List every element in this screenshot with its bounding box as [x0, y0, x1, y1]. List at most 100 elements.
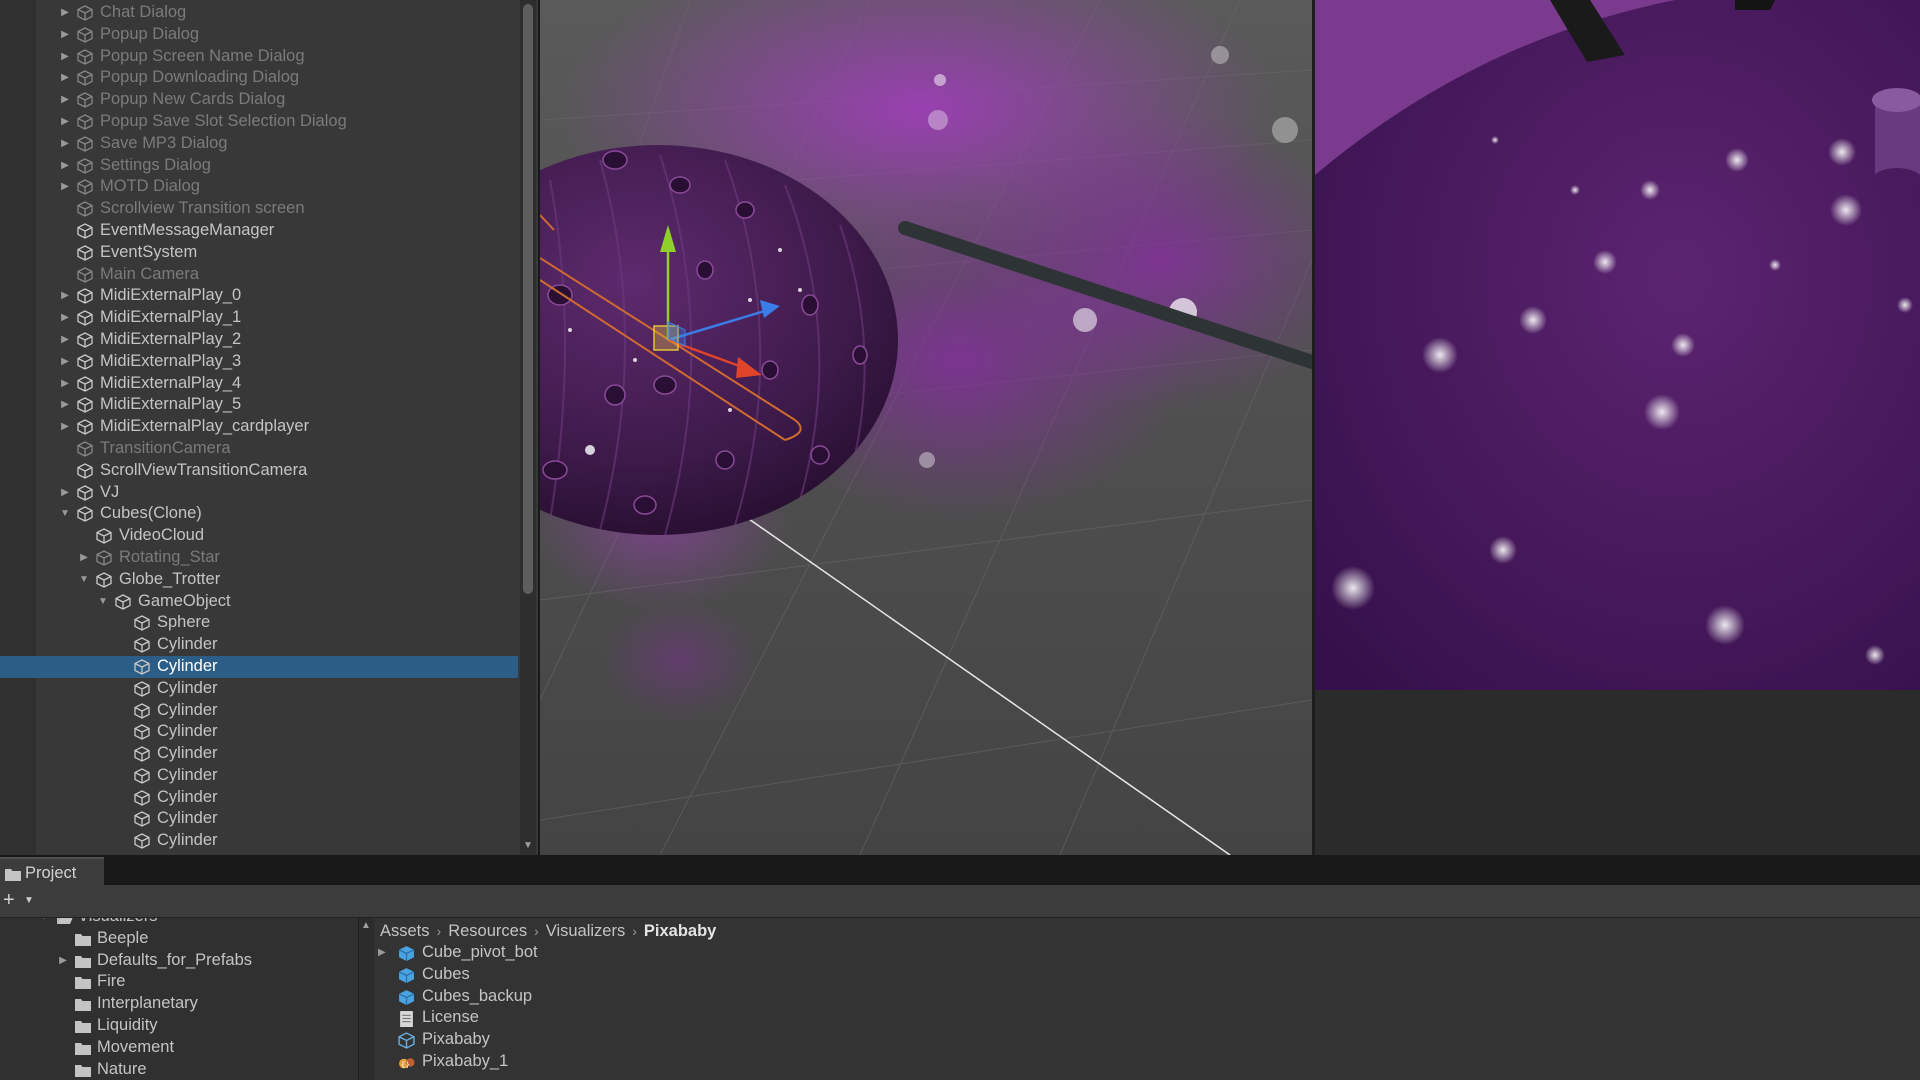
collapse-arrow-icon[interactable]: ▶ [57, 950, 69, 972]
hierarchy-item[interactable]: Scrollview Transition screen [0, 198, 518, 220]
collapse-arrow-icon[interactable]: ▶ [58, 24, 72, 46]
hierarchy-item[interactable]: ScrollViewTransitionCamera [0, 460, 518, 482]
game-view[interactable] [1315, 0, 1920, 855]
breadcrumb-separator-icon: › [436, 923, 442, 939]
hierarchy-item-label: Globe_Trotter [119, 569, 221, 588]
hierarchy-item[interactable]: ▶ Save MP3 Dialog [0, 133, 518, 155]
hierarchy-item[interactable]: ▶ MidiExternalPlay_4 [0, 373, 518, 395]
collapse-arrow-icon[interactable]: ▶ [378, 942, 386, 964]
hierarchy-item[interactable]: ▼ GameObject [0, 591, 518, 613]
hierarchy-item[interactable]: ▼ Cubes(Clone) [0, 503, 518, 525]
collapse-arrow-icon[interactable]: ▶ [58, 111, 72, 133]
asset-item-label: License [422, 1008, 479, 1027]
add-asset-button[interactable]: + ▼ [3, 889, 39, 911]
hierarchy-item[interactable]: ▶ MidiExternalPlay_cardplayer [0, 416, 518, 438]
breadcrumb-item[interactable]: Resources [448, 922, 527, 940]
hierarchy-item[interactable]: ▶ Popup Downloading Dialog [0, 67, 518, 89]
collapse-arrow-icon[interactable]: ▶ [58, 373, 72, 395]
hierarchy-scrollbar[interactable]: ▼ [520, 0, 536, 855]
hierarchy-item-label: Popup Save Slot Selection Dialog [100, 111, 347, 130]
gameobject-cube-icon [77, 179, 93, 196]
collapse-arrow-icon[interactable]: ▶ [58, 155, 72, 177]
collapse-arrow-icon[interactable]: ▶ [58, 285, 72, 307]
breadcrumb-item[interactable]: Visualizers [546, 922, 625, 940]
chevron-down-icon: ▼ [24, 895, 34, 906]
hierarchy-item[interactable]: ▶ MidiExternalPlay_3 [0, 351, 518, 373]
project-tab-bar: Project [0, 855, 1920, 887]
hierarchy-item[interactable]: Cylinder [0, 634, 518, 656]
breadcrumb-item[interactable]: Pixababy [644, 922, 716, 940]
collapse-arrow-icon[interactable]: ▶ [58, 329, 72, 351]
hierarchy-scroll-thumb[interactable] [523, 4, 533, 594]
scroll-down-arrow-icon[interactable]: ▼ [520, 840, 536, 851]
hierarchy-item[interactable]: ▶ MidiExternalPlay_1 [0, 307, 518, 329]
asset-item[interactable]: Cubes [374, 964, 1374, 986]
gameobject-cube-icon [77, 201, 93, 217]
collapse-arrow-icon[interactable]: ▶ [58, 133, 72, 155]
hierarchy-item[interactable]: Cylinder [0, 700, 518, 722]
expand-arrow-icon[interactable]: ▼ [58, 503, 72, 525]
hierarchy-item[interactable]: ▶ Chat Dialog [0, 2, 518, 24]
hierarchy-item[interactable]: ▶ Popup Dialog [0, 24, 518, 46]
asset-item[interactable]: Cubes_backup [374, 986, 1374, 1008]
hierarchy-item[interactable]: ▶ Popup Save Slot Selection Dialog [0, 111, 518, 133]
hierarchy-item[interactable]: Cylinder [0, 743, 518, 765]
expand-arrow-icon[interactable]: ▼ [38, 918, 50, 928]
collapse-arrow-icon[interactable]: ▶ [58, 351, 72, 373]
expand-arrow-icon[interactable]: ▼ [96, 591, 110, 613]
hierarchy-item[interactable]: EventMessageManager [0, 220, 518, 242]
hierarchy-item[interactable]: Main Camera [0, 264, 518, 286]
collapse-arrow-icon[interactable]: ▶ [58, 176, 72, 198]
folder-item-label: Visualizers [78, 918, 157, 928]
hierarchy-item[interactable]: EventSystem [0, 242, 518, 264]
hierarchy-item[interactable]: Cylinder [0, 808, 518, 830]
folder-tree-scrollbar[interactable]: ▲ [358, 918, 375, 1080]
game-render[interactable] [1315, 0, 1920, 855]
asset-item-label: Cube_pivot_bot [422, 943, 538, 961]
hierarchy-item[interactable]: ▶ Rotating_Star [0, 547, 518, 569]
hierarchy-item-label: Cylinder [157, 809, 218, 828]
collapse-arrow-icon[interactable]: ▶ [58, 89, 72, 111]
collapse-arrow-icon[interactable]: ▶ [58, 46, 72, 68]
collapse-arrow-icon[interactable]: ▶ [58, 394, 72, 416]
hierarchy-item[interactable]: ▶ MidiExternalPlay_2 [0, 329, 518, 351]
tab-project[interactable]: Project [0, 857, 104, 887]
hierarchy-item[interactable]: ▶ MidiExternalPlay_0 [0, 285, 518, 307]
hierarchy-item[interactable]: Cylinder [0, 830, 518, 852]
hierarchy-item[interactable]: ▶ MOTD Dialog [0, 176, 518, 198]
asset-item[interactable]: Pixababy [374, 1029, 1374, 1051]
hierarchy-item[interactable]: ▶ MidiExternalPlay_5 [0, 394, 518, 416]
hierarchy-item[interactable]: Cylinder [0, 765, 518, 787]
collapse-arrow-icon[interactable]: ▶ [77, 547, 91, 569]
hierarchy-item[interactable]: ▶ VJ [0, 482, 518, 504]
breadcrumb-separator-icon: › [632, 923, 637, 939]
hierarchy-item[interactable]: VideoCloud [0, 525, 518, 547]
collapse-arrow-icon[interactable]: ▶ [58, 482, 72, 504]
hierarchy-item[interactable]: Cylinder [0, 787, 518, 809]
folder-item-label: Interplanetary [97, 994, 198, 1013]
folder-item-label: Fire [97, 972, 126, 991]
hierarchy-item[interactable]: ▶ Settings Dialog [0, 155, 518, 177]
hierarchy-item[interactable]: Cylinder [0, 678, 518, 700]
hierarchy-item[interactable]: ▶ Popup Screen Name Dialog [0, 46, 518, 68]
expand-arrow-icon[interactable]: ▼ [77, 569, 91, 591]
hierarchy-item-label: EventMessageManager [100, 220, 275, 239]
gameobject-cube-icon [77, 223, 93, 239]
hierarchy-item[interactable]: Cylinder [0, 655, 518, 678]
hierarchy-item[interactable]: Cylinder [0, 721, 518, 743]
collapse-arrow-icon[interactable]: ▶ [58, 416, 72, 438]
collapse-arrow-icon[interactable]: ▶ [58, 67, 72, 89]
hierarchy-item[interactable]: Sphere [0, 612, 518, 634]
asset-item[interactable]: License [374, 1007, 1374, 1029]
hierarchy-item[interactable]: ▼ Globe_Trotter [0, 569, 518, 591]
collapse-arrow-icon[interactable]: ▶ [58, 307, 72, 329]
collapse-arrow-icon[interactable]: ▶ [58, 2, 72, 24]
asset-item[interactable]: ▶ Cube_pivot_bot [374, 942, 1374, 964]
scene-view[interactable] [540, 0, 1315, 855]
asset-item[interactable]: {} Pixababy_1 [374, 1051, 1374, 1073]
hierarchy-item[interactable]: ▶ Popup New Cards Dialog [0, 89, 518, 111]
scroll-up-arrow-icon[interactable]: ▲ [361, 920, 371, 931]
breadcrumb-item[interactable]: Assets [380, 922, 430, 940]
hierarchy-item[interactable]: TransitionCamera [0, 438, 518, 460]
scene-render[interactable] [540, 0, 1312, 855]
